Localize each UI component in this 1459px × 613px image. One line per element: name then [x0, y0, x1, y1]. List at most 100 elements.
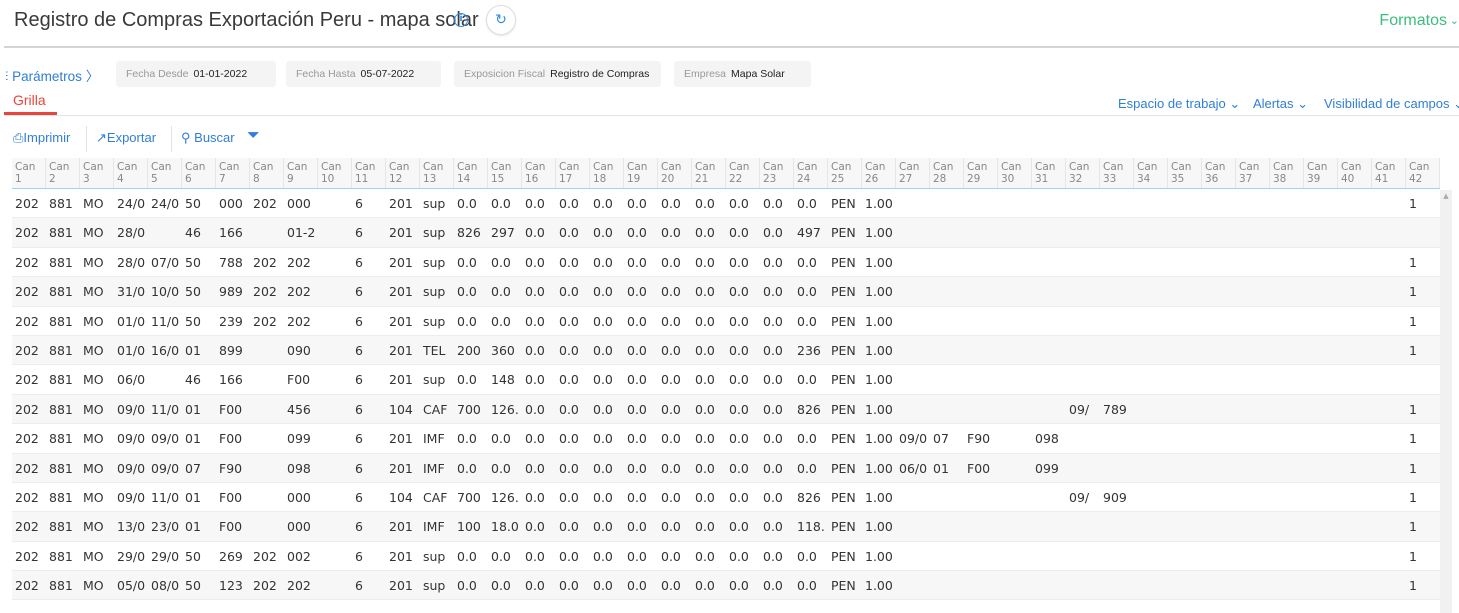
table-cell[interactable]: 1 [1406, 542, 1440, 570]
table-cell[interactable] [1236, 454, 1270, 482]
table-cell[interactable]: PEN [828, 424, 862, 452]
table-cell[interactable]: 202 [12, 336, 46, 364]
table-cell[interactable]: 6 [352, 336, 386, 364]
table-cell[interactable] [1100, 512, 1134, 540]
table-cell[interactable] [1032, 395, 1066, 423]
table-cell[interactable] [998, 395, 1032, 423]
table-cell[interactable]: IMF [420, 512, 454, 540]
table-cell[interactable] [1372, 248, 1406, 276]
table-cell[interactable]: 881 [46, 307, 80, 335]
table-cell[interactable]: 06/0 [114, 365, 148, 393]
table-cell[interactable] [1032, 483, 1066, 511]
table-cell[interactable]: 148 [488, 365, 522, 393]
table-cell[interactable] [1032, 542, 1066, 570]
table-cell[interactable]: MO [80, 454, 114, 482]
table-cell[interactable]: 899 [216, 336, 250, 364]
table-cell[interactable]: 826 [454, 218, 488, 246]
table-cell[interactable] [1236, 424, 1270, 452]
table-cell[interactable]: 881 [46, 454, 80, 482]
table-cell[interactable] [1134, 277, 1168, 305]
table-cell[interactable]: 202 [284, 307, 318, 335]
table-cell[interactable]: 01 [182, 512, 216, 540]
table-cell[interactable]: CAF [420, 483, 454, 511]
table-cell[interactable] [998, 542, 1032, 570]
table-cell[interactable]: 0.0 [556, 483, 590, 511]
table-cell[interactable] [896, 248, 930, 276]
table-cell[interactable] [1304, 277, 1338, 305]
table-cell[interactable] [1202, 483, 1236, 511]
table-cell[interactable]: MO [80, 571, 114, 599]
table-cell[interactable]: sup [420, 248, 454, 276]
table-cell[interactable] [1066, 454, 1100, 482]
table-cell[interactable] [964, 483, 998, 511]
table-cell[interactable] [1304, 454, 1338, 482]
table-cell[interactable] [964, 365, 998, 393]
table-cell[interactable]: 0.0 [726, 189, 760, 217]
table-cell[interactable] [998, 571, 1032, 599]
table-cell[interactable] [1236, 571, 1270, 599]
table-cell[interactable] [318, 365, 352, 393]
table-cell[interactable] [1032, 571, 1066, 599]
table-cell[interactable]: 0.0 [760, 218, 794, 246]
table-cell[interactable] [930, 571, 964, 599]
table-cell[interactable] [1338, 365, 1372, 393]
table-cell[interactable]: 0.0 [760, 248, 794, 276]
table-cell[interactable] [1202, 218, 1236, 246]
table-cell[interactable] [998, 454, 1032, 482]
column-header-14[interactable]: Can 14 [454, 158, 488, 188]
table-cell[interactable] [964, 218, 998, 246]
table-cell[interactable] [998, 277, 1032, 305]
table-cell[interactable] [318, 571, 352, 599]
table-cell[interactable] [930, 218, 964, 246]
table-cell[interactable] [1032, 336, 1066, 364]
table-cell[interactable] [1168, 248, 1202, 276]
table-cell[interactable] [998, 189, 1032, 217]
table-cell[interactable]: 6 [352, 454, 386, 482]
table-row[interactable]: 202 881 MO 01/0 16/0 01 899 090 6 201 TEL 200 360 0.0… [12, 335, 1440, 366]
exportar-button[interactable]: ↗Exportar [96, 130, 156, 146]
table-cell[interactable]: 201 [386, 189, 420, 217]
table-cell[interactable] [1168, 189, 1202, 217]
table-row[interactable]: 202 881 MO 29/0 29/0 50 269 202 002 6 201 sup 0.0 0.0… [12, 542, 1440, 572]
table-cell[interactable]: 0.0 [454, 307, 488, 335]
table-cell[interactable]: 0.0 [692, 365, 726, 393]
table-cell[interactable] [1066, 365, 1100, 393]
table-cell[interactable] [964, 542, 998, 570]
table-cell[interactable]: 0.0 [624, 512, 658, 540]
table-cell[interactable] [1270, 395, 1304, 423]
table-cell[interactable]: 0.0 [522, 454, 556, 482]
table-cell[interactable] [1168, 307, 1202, 335]
table-cell[interactable] [1066, 277, 1100, 305]
table-cell[interactable] [148, 365, 182, 393]
table-cell[interactable] [1270, 336, 1304, 364]
table-cell[interactable]: 098 [284, 454, 318, 482]
table-cell[interactable]: 201 [386, 336, 420, 364]
table-cell[interactable] [1100, 248, 1134, 276]
table-cell[interactable]: 202 [250, 277, 284, 305]
table-cell[interactable]: 6 [352, 189, 386, 217]
table-cell[interactable] [1236, 542, 1270, 570]
table-cell[interactable]: 090 [284, 336, 318, 364]
table-cell[interactable]: 201 [386, 277, 420, 305]
table-cell[interactable] [930, 365, 964, 393]
table-cell[interactable]: 0.0 [624, 218, 658, 246]
table-cell[interactable] [964, 336, 998, 364]
table-cell[interactable] [1270, 512, 1304, 540]
column-header-26[interactable]: Can 26 [862, 158, 896, 188]
table-cell[interactable]: 1.00 [862, 454, 896, 482]
table-cell[interactable]: 202 [284, 571, 318, 599]
table-cell[interactable]: 0.0 [590, 512, 624, 540]
table-cell[interactable]: 0.0 [726, 512, 760, 540]
table-cell[interactable]: 0.0 [624, 454, 658, 482]
column-header-18[interactable]: Can 18 [590, 158, 624, 188]
table-cell[interactable]: 099 [284, 424, 318, 452]
table-cell[interactable]: 0.0 [624, 424, 658, 452]
table-cell[interactable]: 989 [216, 277, 250, 305]
table-cell[interactable] [1236, 189, 1270, 217]
table-cell[interactable] [1066, 571, 1100, 599]
table-cell[interactable]: 0.0 [692, 307, 726, 335]
table-cell[interactable]: 23/0 [148, 512, 182, 540]
buscar-button[interactable]: ⚲ Buscar [181, 130, 235, 146]
table-cell[interactable]: 0.0 [658, 307, 692, 335]
column-header-25[interactable]: Can 25 [828, 158, 862, 188]
